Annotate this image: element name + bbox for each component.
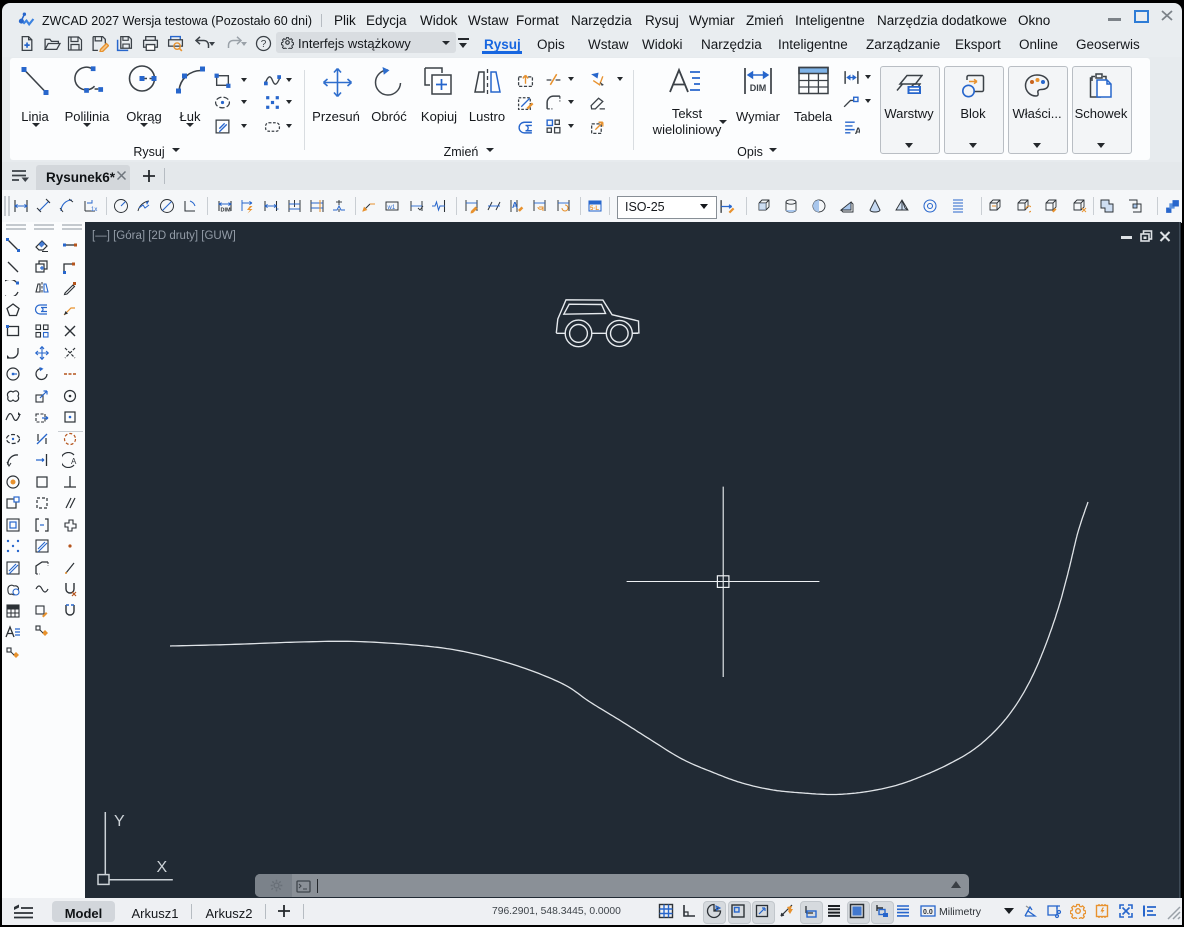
svg-text:1x: 1x	[91, 207, 97, 213]
svg-text:5·L: 5·L	[590, 206, 599, 212]
svg-text:DIM: DIM	[750, 83, 767, 93]
svg-text:DIM: DIM	[221, 208, 232, 214]
svg-text:A: A	[71, 457, 77, 466]
svg-text:0.0: 0.0	[923, 909, 933, 916]
svg-text:A: A	[854, 125, 859, 135]
svg-text:Y: Y	[114, 813, 125, 830]
svg-text:X: X	[157, 859, 168, 876]
svg-text:w1: w1	[387, 205, 396, 211]
svg-text:A: A	[512, 201, 518, 210]
svg-text:?: ?	[261, 39, 267, 50]
